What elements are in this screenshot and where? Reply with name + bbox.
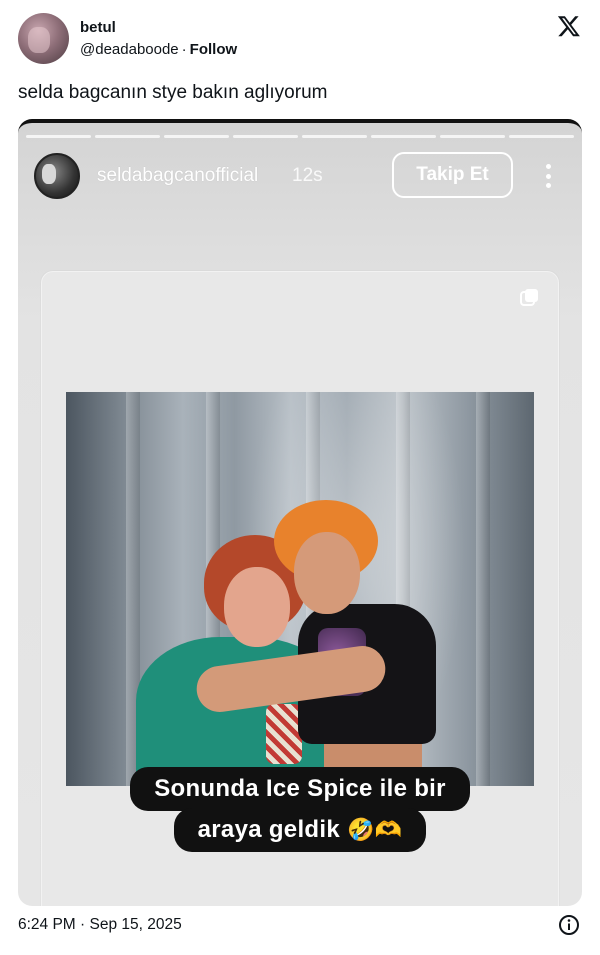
copy-icon [520, 289, 538, 306]
person-left-face [224, 567, 290, 647]
story-progress-bars [26, 135, 574, 138]
x-logo-icon[interactable] [557, 14, 581, 38]
separator: · [181, 41, 187, 58]
story-follow-button[interactable]: Takip Et [392, 152, 513, 198]
person-left-scarf [266, 704, 302, 764]
tweet-text: selda bagcanın stye bakın aglıyorum [18, 82, 328, 103]
curtain-fold [476, 392, 490, 786]
story-time: 12s [292, 165, 323, 186]
progress-segment [164, 135, 229, 138]
progress-segment [440, 135, 505, 138]
progress-segment [302, 135, 367, 138]
info-icon[interactable] [558, 914, 580, 936]
progress-segment [26, 135, 91, 138]
author-line: @deadaboode · Follow [80, 41, 237, 58]
more-vertical-icon[interactable] [543, 164, 553, 188]
tweet-media[interactable]: seldabagcanofficial 12s Takip Et Sonunda… [18, 119, 582, 906]
author-name[interactable]: betul [80, 19, 116, 36]
progress-segment [509, 135, 574, 138]
tweet-timestamp[interactable]: 6:24 PM · Sep 15, 2025 [18, 916, 182, 934]
progress-segment [371, 135, 436, 138]
author-handle[interactable]: @deadaboode [80, 41, 179, 58]
story-avatar[interactable] [34, 153, 80, 199]
story-username[interactable]: seldabagcanofficial [97, 165, 258, 187]
person-right-face [294, 532, 360, 614]
author-avatar[interactable] [18, 13, 69, 64]
progress-segment [95, 135, 160, 138]
progress-segment [233, 135, 298, 138]
story-photo [66, 392, 534, 786]
follow-link[interactable]: Follow [190, 41, 238, 58]
